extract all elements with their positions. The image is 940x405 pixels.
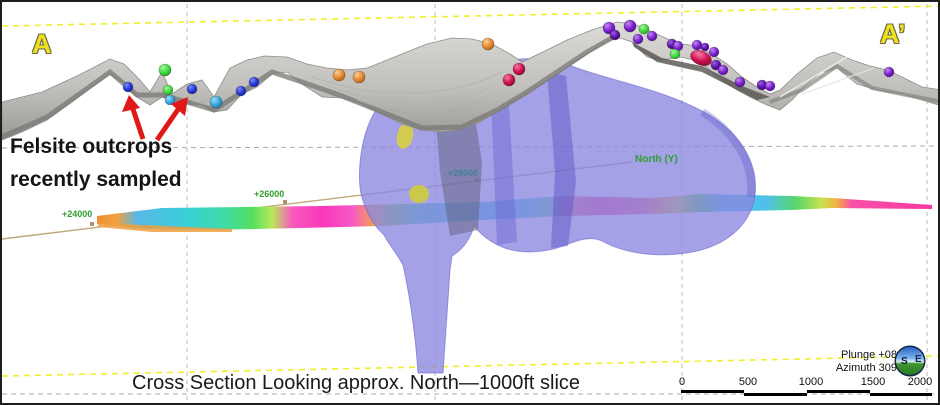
scene-canvas: S E (2, 2, 940, 405)
felsite-blob (409, 185, 429, 203)
drillhole-marker (249, 77, 259, 87)
drillhole-marker (333, 69, 345, 81)
drillhole-marker (187, 84, 197, 94)
axis-tick-26000-dot (283, 200, 287, 204)
scale-label-1000: 1000 (799, 376, 823, 388)
drillhole-marker (647, 31, 657, 41)
drillhole-marker (210, 96, 222, 108)
drillhole-marker (236, 86, 246, 96)
drillhole-marker (624, 20, 636, 32)
axis-tick-24000: +24000 (62, 209, 92, 219)
drillhole-marker (639, 24, 649, 34)
orientation-globe-icon: S E (895, 346, 926, 377)
figure-caption: Cross Section Looking approx. North—1000… (132, 372, 580, 395)
scale-label-0: 0 (679, 376, 685, 388)
axis-label-north: North (Y) (635, 154, 678, 165)
drillhole-marker (610, 30, 620, 40)
scale-label-2000: 2000 (908, 376, 932, 388)
section-label-a: A (32, 29, 52, 60)
drillhole-marker (159, 64, 171, 76)
drillhole-marker (735, 77, 745, 87)
section-label-a-prime: A’ (880, 19, 906, 50)
scale-segment (807, 390, 870, 393)
scale-segment (870, 393, 932, 396)
globe-letter-south: S (901, 356, 908, 367)
annotation-line2: recently sampled (10, 163, 182, 196)
drillhole-marker (701, 43, 709, 51)
drillhole-marker (765, 81, 775, 91)
drillhole-marker (718, 65, 728, 75)
drillhole-marker (884, 67, 894, 77)
drillhole-marker (123, 82, 133, 92)
drillhole-marker (353, 71, 365, 83)
scale-label-500: 500 (739, 376, 757, 388)
scale-label-1500: 1500 (861, 376, 885, 388)
drillhole-marker (670, 49, 680, 59)
drillhole-marker (513, 63, 525, 75)
annotation-felsite: Felsite outcrops recently sampled (10, 130, 182, 196)
drillhole-marker (163, 85, 173, 95)
axis-tick-24000-dot (90, 222, 94, 226)
annotation-line1: Felsite outcrops (10, 130, 182, 163)
plunge-readout: Plunge +08 (797, 349, 897, 362)
scale-segment (744, 393, 807, 396)
drillhole-marker (503, 74, 515, 86)
terrain-surface (2, 22, 940, 140)
cross-section-figure: S E A A’ Felsite outcrops recently sampl… (0, 0, 940, 405)
drillhole-marker (692, 40, 702, 50)
view-orientation-info: Plunge +08 Azimuth 309 (797, 349, 897, 375)
drillhole-marker (482, 38, 494, 50)
globe-letter-east: E (915, 354, 922, 365)
azimuth-readout: Azimuth 309 (797, 362, 897, 375)
scale-segment (681, 390, 744, 393)
axis-tick-26000: +26000 (254, 189, 284, 199)
drillhole-marker (633, 34, 643, 44)
drillhole-marker (709, 47, 719, 57)
axis-tick-28000: +28000 (448, 168, 478, 178)
